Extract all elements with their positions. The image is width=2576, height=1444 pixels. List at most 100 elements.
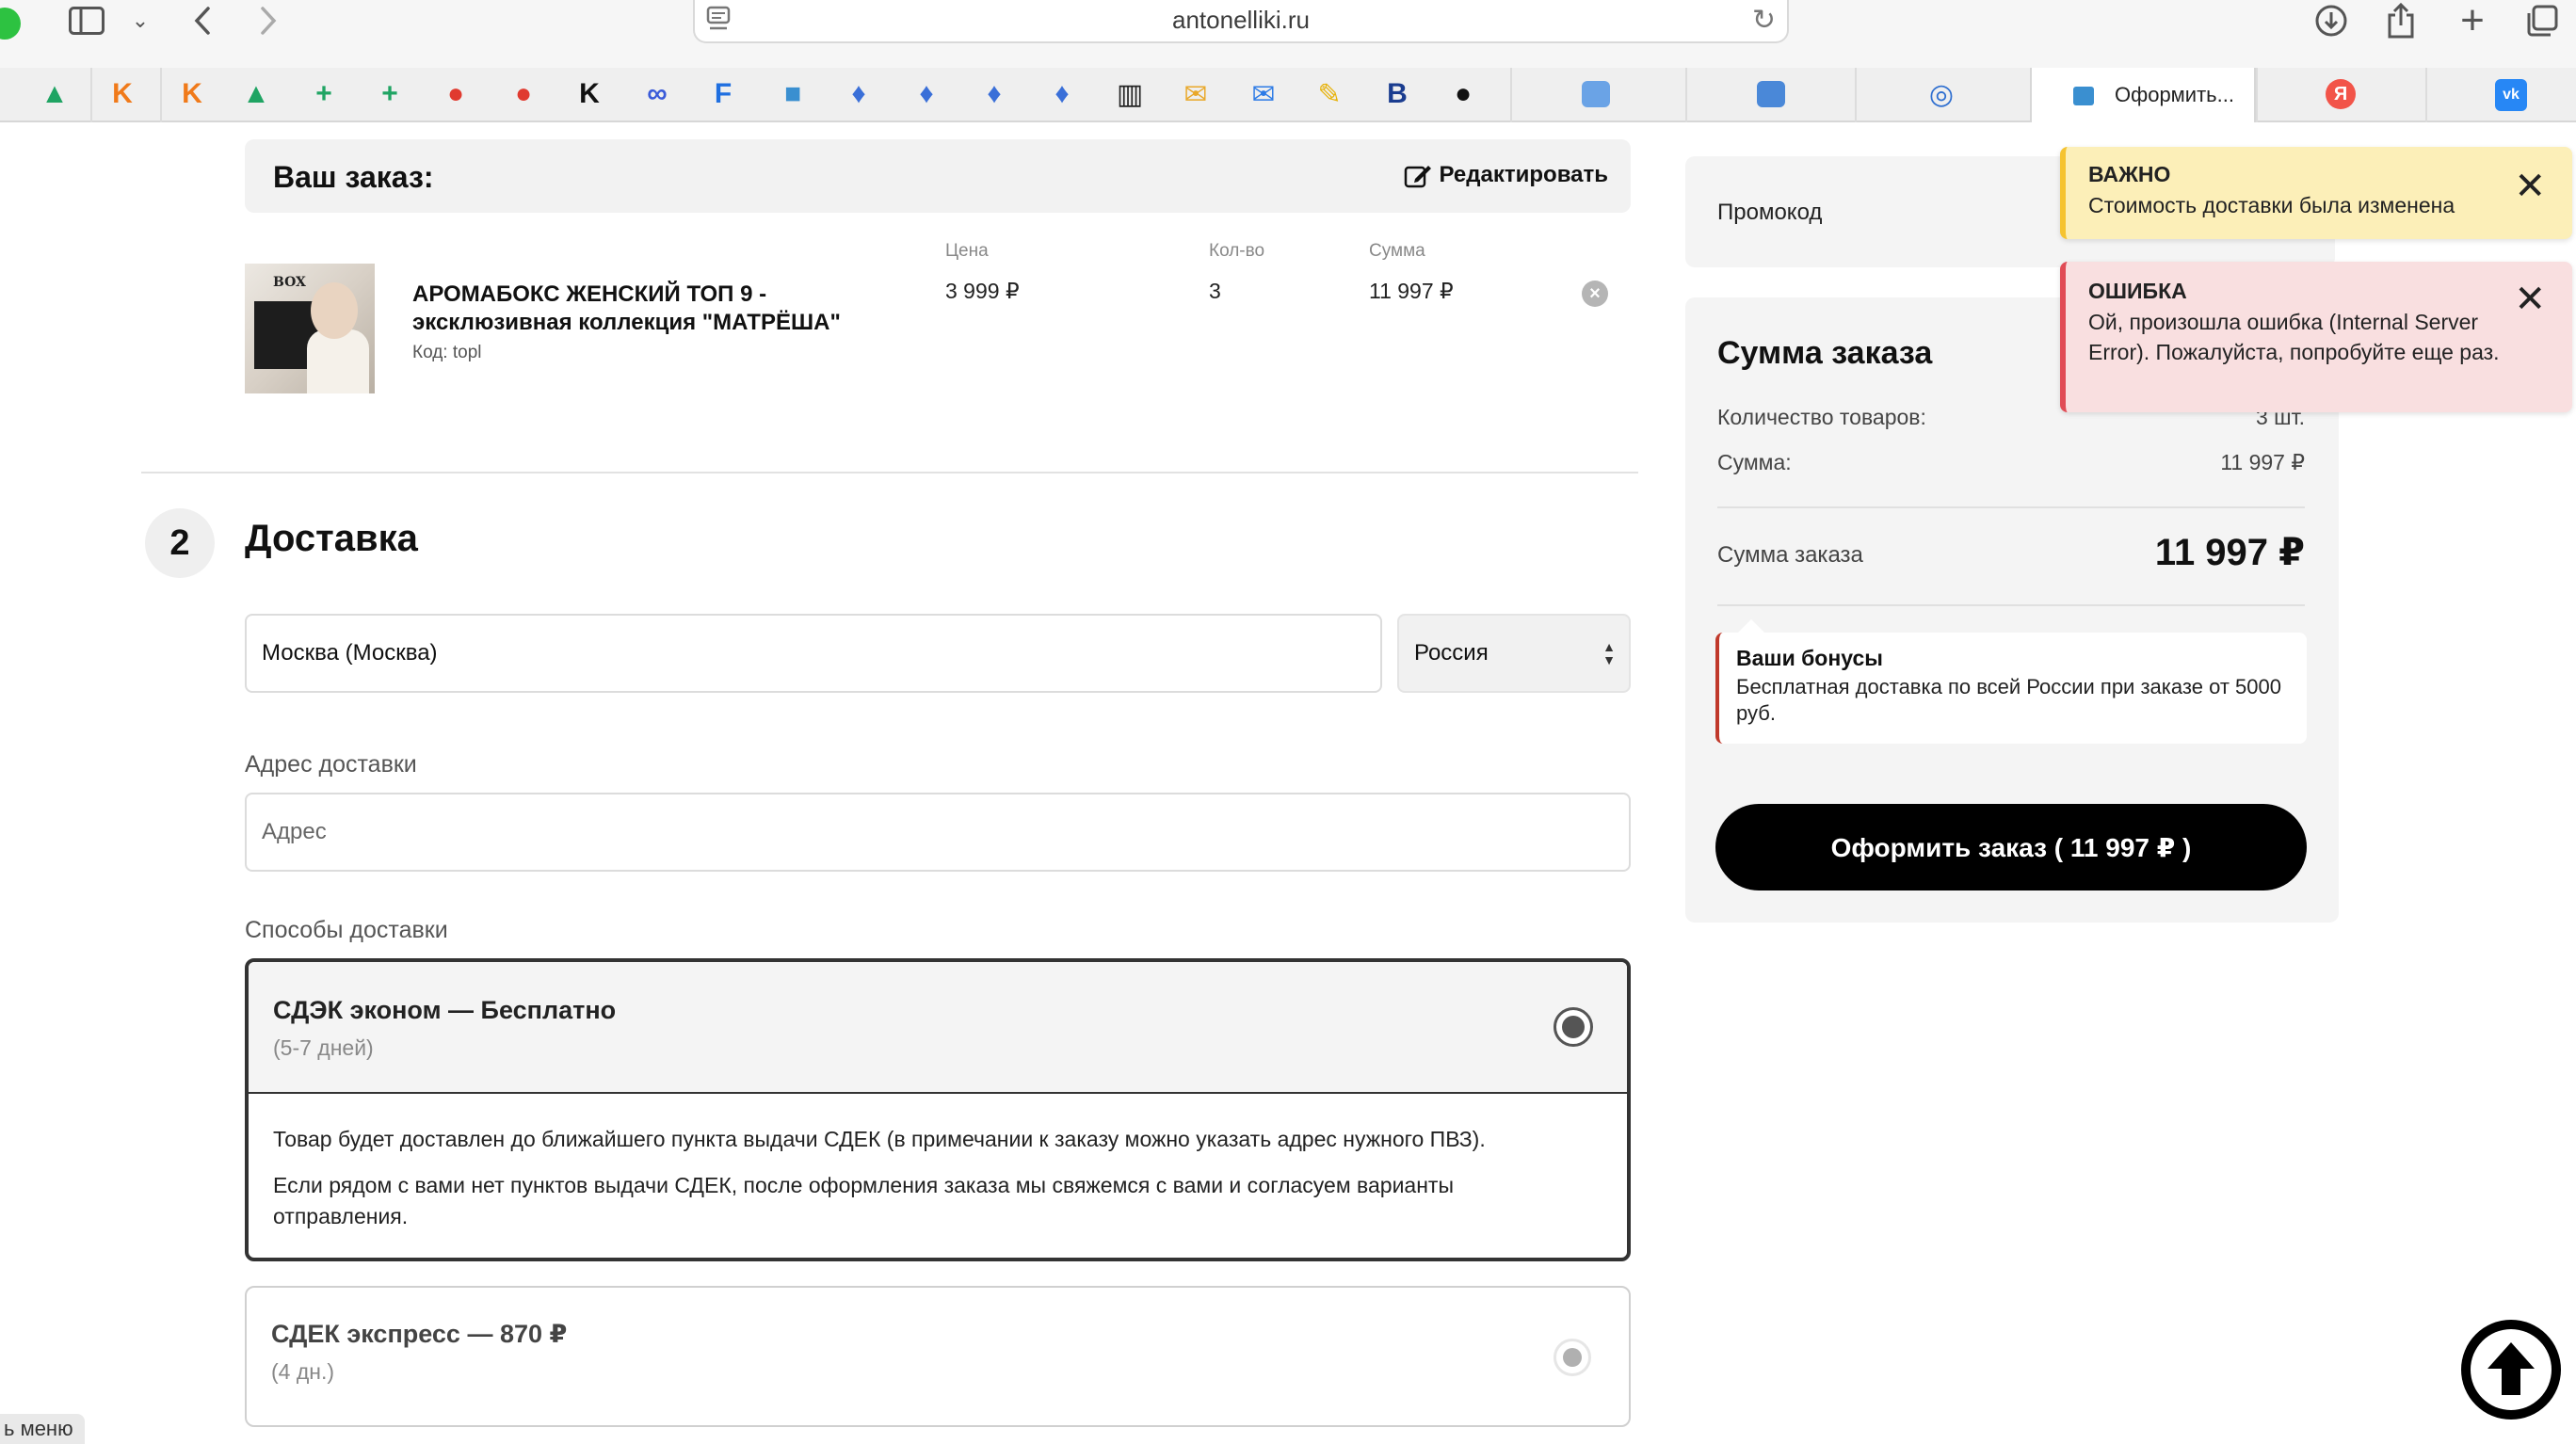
f-blue-icon[interactable]: F	[706, 77, 740, 111]
edit-order-button[interactable]: Редактировать	[1404, 162, 1608, 188]
shipping-description-line: Товар будет доставлен до ближайшего пунк…	[273, 1127, 1486, 1151]
blue-drops-icon[interactable]: ♦	[1045, 77, 1079, 111]
scroll-to-top-button[interactable]	[2461, 1320, 2561, 1420]
shipping-radio-selected[interactable]	[1554, 1007, 1593, 1047]
shipping-option-title: СДЭК эконом — Бесплатно	[273, 996, 617, 1024]
delivery-title: Доставка	[245, 518, 418, 559]
summary-divider	[1717, 604, 2305, 606]
bonus-notch	[1738, 619, 1764, 633]
edit-order-label: Редактировать	[1439, 162, 1608, 187]
shipping-radio-unselected[interactable]	[1554, 1339, 1591, 1376]
close-icon[interactable]: ✕	[2514, 281, 2546, 318]
columns-icon[interactable]: ▥	[1113, 77, 1147, 111]
active-tab[interactable]: Оформить...	[2030, 68, 2256, 122]
vk-icon[interactable]: vk	[2495, 79, 2527, 111]
yandex-icon[interactable]: Я	[2326, 79, 2356, 109]
blue-drops-icon[interactable]: ♦	[842, 77, 876, 111]
menu-tab[interactable]: ь меню	[0, 1414, 85, 1444]
address-label: Адрес доставки	[245, 751, 417, 778]
url-text: antonelliki.ru	[1172, 6, 1310, 34]
mail-envelope-icon[interactable]: ✉	[1179, 77, 1213, 111]
sheets-plus-icon[interactable]: +	[307, 77, 341, 111]
k-orange-icon[interactable]: K	[105, 77, 139, 111]
red-circle-icon[interactable]: ●	[439, 77, 473, 111]
qty-column-header: Кол-во	[1209, 241, 1265, 261]
step-number-badge: 2	[145, 508, 215, 578]
browser-toolbar: ⌄ antonelliki.ru ↻ +	[0, 0, 2576, 68]
yellow-pen-icon[interactable]: ✎	[1312, 77, 1346, 111]
downloads-icon[interactable]	[2312, 2, 2350, 40]
blue-loop-icon[interactable]: ∞	[640, 77, 674, 111]
scroll-to-top-inner	[2471, 1329, 2552, 1410]
items-count-label: Количество товаров:	[1717, 405, 1926, 429]
country-select[interactable]: Россия ▲ ▼	[1397, 614, 1631, 693]
address-bar[interactable]: antonelliki.ru ↻	[693, 0, 1789, 43]
error-toast-text: Ой, произошла ошибка (Internal Server Er…	[2088, 310, 2500, 364]
window-zoom-button[interactable]	[0, 8, 21, 40]
warning-toast-text: Стоимость доставки была изменена	[2088, 193, 2455, 217]
blue-square-icon[interactable]: ■	[776, 77, 810, 111]
shipping-option-title: СДЕК экспресс — 870 ₽	[271, 1320, 568, 1348]
checkout-page: Ваш заказ: Редактировать BOX АРОМАБОКС Ж…	[0, 122, 2576, 1444]
promo-code-label: Промокод	[1717, 200, 1823, 225]
k-orange-icon[interactable]: K	[175, 77, 209, 111]
chevron-down-icon[interactable]: ⌄	[126, 2, 154, 40]
red-circle-icon[interactable]: ●	[507, 77, 540, 111]
sum-column-header: Сумма	[1369, 241, 1425, 261]
shipping-option-cdek-economy[interactable]: СДЭК эконом — Бесплатно (5-7 дней) Товар…	[245, 958, 1631, 1261]
google-drive-icon[interactable]: ▲	[38, 77, 72, 111]
dots-black-icon[interactable]: ●	[1446, 77, 1480, 111]
select-arrows-icon: ▲ ▼	[1602, 639, 1616, 667]
product-image[interactable]: BOX	[245, 264, 375, 393]
k-black-icon[interactable]: K	[572, 77, 606, 111]
product-price: 3 999 ₽	[945, 279, 1020, 303]
city-input[interactable]: Москва (Москва)	[245, 614, 1382, 693]
error-toast-title: ОШИБКА	[2088, 279, 2187, 303]
country-value: Россия	[1414, 640, 1489, 666]
address-input[interactable]: Адрес	[245, 793, 1631, 872]
reload-icon[interactable]: ↻	[1752, 4, 1776, 37]
sheets-plus-icon[interactable]: +	[373, 77, 407, 111]
remove-item-icon[interactable]: ×	[1582, 281, 1608, 307]
summary-sum-row: Сумма: 11 997 ₽	[1717, 450, 2305, 475]
forward-arrow-icon[interactable]	[252, 2, 284, 40]
tab-overview-icon[interactable]	[2523, 2, 2561, 40]
google-drive-icon[interactable]: ▲	[239, 77, 273, 111]
error-toast: ОШИБКА Ой, произошла ошибка (Internal Se…	[2060, 262, 2572, 412]
back-arrow-icon[interactable]	[186, 2, 218, 40]
tab-favicon-icon	[2073, 87, 2094, 105]
sum-label: Сумма:	[1717, 450, 1792, 474]
order-title: Ваш заказ:	[273, 160, 434, 194]
shipping-option-cdek-express[interactable]: СДЕК экспресс — 870 ₽ (4 дн.)	[245, 1286, 1631, 1427]
favorites-separator	[160, 68, 162, 122]
share-icon[interactable]	[2382, 2, 2420, 40]
arrow-up-icon	[2487, 1342, 2535, 1395]
warning-toast: ВАЖНО Стоимость доставки была изменена ✕	[2060, 147, 2572, 239]
b-booking-icon[interactable]: B	[1380, 77, 1414, 111]
bonus-text: Бесплатная доставка по всей России при з…	[1736, 675, 2281, 725]
new-tab-plus-icon[interactable]: +	[2454, 0, 2491, 43]
order-header: Ваш заказ: Редактировать	[245, 139, 1631, 213]
price-column-header: Цена	[945, 241, 989, 261]
address-placeholder: Адрес	[262, 819, 327, 844]
tab-favicon-square-icon[interactable]	[1757, 81, 1785, 107]
shipping-option-header[interactable]: СДЭК эконом — Бесплатно (5-7 дней)	[249, 962, 1627, 1094]
product-face-graphic	[311, 282, 358, 339]
product-qty[interactable]: 3	[1209, 279, 1221, 304]
product-figure-graphic	[307, 329, 369, 393]
product-code: Код: topl	[412, 343, 482, 362]
close-icon[interactable]: ✕	[2514, 168, 2546, 205]
active-tab-label: Оформить...	[2115, 83, 2234, 106]
tab-favicon-square-icon[interactable]	[1582, 81, 1610, 107]
sum-value: 11 997 ₽	[2220, 450, 2305, 474]
blue-drops-icon[interactable]: ♦	[977, 77, 1011, 111]
tab-favicon-planet-icon[interactable]: ◎	[1924, 77, 1958, 111]
favorites-separator	[2425, 68, 2427, 122]
mail-blue-icon[interactable]: ✉	[1247, 77, 1280, 111]
shipping-option-duration: (5-7 дней)	[273, 1035, 374, 1060]
blue-drops-icon[interactable]: ♦	[910, 77, 943, 111]
place-order-button[interactable]: Оформить заказ ( 11 997 ₽ )	[1715, 804, 2307, 890]
product-name[interactable]: АРОМАБОКС ЖЕНСКИЙ ТОП 9 - эксклюзивная к…	[412, 281, 864, 337]
sidebar-toggle-icon[interactable]	[66, 2, 107, 40]
total-value: 11 997 ₽	[2154, 532, 2305, 573]
